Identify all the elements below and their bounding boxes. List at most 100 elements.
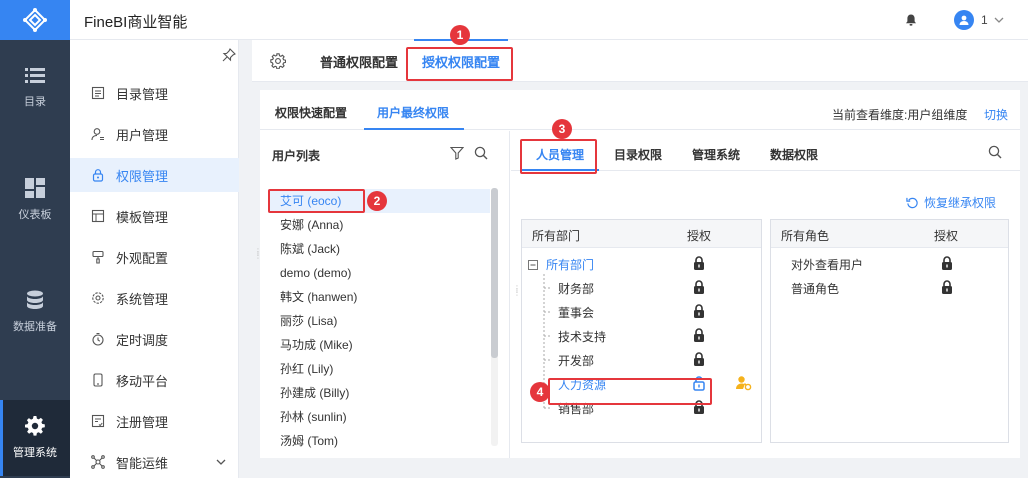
restore-inherit-button[interactable]: 恢复继承权限 bbox=[906, 194, 996, 211]
role-column-header: 所有角色 bbox=[781, 229, 830, 243]
user-name[interactable]: 1 bbox=[981, 13, 988, 27]
user-row[interactable]: 安娜 (Anna) bbox=[268, 213, 490, 237]
user-list-panel: 用户列表 艾可 (eoco) 安娜 (Anna) 陈斌 (Jack) demo … bbox=[260, 131, 510, 458]
user-row[interactable]: 汤姆 (Tom) bbox=[268, 429, 490, 453]
chevron-down-icon[interactable] bbox=[993, 14, 1005, 26]
submenu-item-label: 权限管理 bbox=[116, 168, 169, 184]
admin-submenu: 目录管理 用户管理 权限管理 模板管理 外观配置 系统管理 定时调度 移动平台 … bbox=[70, 40, 239, 478]
timer-icon bbox=[90, 331, 106, 347]
list-icon bbox=[25, 68, 45, 83]
tab-admin-system[interactable]: 管理系统 bbox=[692, 146, 740, 163]
dept-node[interactable]: 财务部 bbox=[558, 279, 594, 299]
lock-icon bbox=[90, 167, 106, 183]
role-item[interactable]: 普通角色 bbox=[791, 279, 839, 299]
lock-icon[interactable] bbox=[693, 280, 705, 295]
rail-item-label: 管理系统 bbox=[13, 447, 57, 459]
rail-item-admin[interactable]: 管理系统 bbox=[0, 400, 70, 476]
tab-data-permission[interactable]: 数据权限 bbox=[770, 146, 818, 163]
catalog-icon bbox=[90, 85, 106, 101]
rail-item-label: 目录 bbox=[24, 96, 46, 108]
user-row[interactable]: 韩文 (hanwen) bbox=[268, 285, 490, 309]
submenu-item-templates[interactable]: 模板管理 bbox=[70, 199, 239, 233]
lock-icon[interactable] bbox=[941, 256, 953, 271]
lock-icon[interactable] bbox=[693, 352, 705, 367]
user-row[interactable]: demo (demo) bbox=[268, 261, 490, 285]
user-row[interactable]: 丽莎 (Lisa) bbox=[268, 309, 490, 333]
dept-node[interactable]: 董事会 bbox=[558, 303, 594, 323]
chevron-down-icon[interactable] bbox=[215, 456, 227, 468]
submenu-item-registration[interactable]: 注册管理 bbox=[70, 404, 239, 438]
pin-icon[interactable] bbox=[222, 48, 236, 62]
submenu-item-ops[interactable]: 智能运维 bbox=[70, 445, 239, 478]
submenu-item-system[interactable]: 系统管理 bbox=[70, 281, 239, 315]
user-manage-icon bbox=[90, 126, 106, 142]
submenu-item-label: 模板管理 bbox=[116, 209, 169, 225]
callout-box-3 bbox=[520, 139, 597, 174]
dept-node[interactable]: 开发部 bbox=[558, 351, 594, 371]
dept-node-root[interactable]: 所有部门 bbox=[546, 255, 594, 275]
submenu-item-label: 移动平台 bbox=[116, 373, 169, 389]
grant-column-header: 授权 bbox=[687, 229, 712, 243]
register-icon bbox=[90, 413, 106, 429]
user-row[interactable]: 陈斌 (Jack) bbox=[268, 237, 490, 261]
submenu-item-label: 外观配置 bbox=[116, 250, 169, 266]
database-icon bbox=[27, 290, 43, 309]
dept-node[interactable]: 技术支持 bbox=[558, 327, 606, 347]
role-box-header: 所有角色 授权 bbox=[771, 220, 1008, 248]
user-icon bbox=[959, 15, 969, 25]
lock-icon[interactable] bbox=[693, 256, 705, 271]
permission-config-tabs: 普通权限配置 授权权限配置 bbox=[252, 40, 1028, 82]
scrollbar-thumb[interactable] bbox=[491, 188, 498, 358]
top-bar: FineBI商业智能 1 bbox=[0, 0, 1028, 40]
search-icon[interactable] bbox=[474, 146, 488, 160]
submenu-item-label: 系统管理 bbox=[116, 291, 169, 307]
submenu-item-users[interactable]: 用户管理 bbox=[70, 117, 239, 151]
tab-final-permission[interactable]: 用户最终权限 bbox=[377, 104, 449, 121]
switch-dimension-link[interactable]: 切换 bbox=[984, 106, 1008, 123]
dimension-label: 当前查看维度:用户组维度 bbox=[832, 108, 968, 122]
submenu-item-schedule[interactable]: 定时调度 bbox=[70, 322, 239, 356]
tab-catalog-permission[interactable]: 目录权限 bbox=[614, 146, 662, 163]
logo[interactable] bbox=[0, 0, 70, 40]
submenu-item-appearance[interactable]: 外观配置 bbox=[70, 240, 239, 274]
grant-column-header: 授权 bbox=[934, 229, 959, 243]
lock-icon[interactable] bbox=[693, 328, 705, 343]
rail-item-data-prep[interactable]: 数据准备 bbox=[0, 274, 70, 350]
lock-icon[interactable] bbox=[693, 304, 705, 319]
drag-handle[interactable]: ⋮ ⋮ bbox=[513, 285, 521, 297]
submenu-item-label: 定时调度 bbox=[116, 332, 169, 348]
role-permission-box: 所有角色 授权 对外查看用户 普通角色 bbox=[770, 219, 1009, 443]
callout-box-2 bbox=[268, 189, 365, 213]
search-icon[interactable] bbox=[988, 145, 1002, 159]
rail-item-catalog[interactable]: 目录 bbox=[0, 50, 70, 126]
submenu-item-mobile[interactable]: 移动平台 bbox=[70, 363, 239, 397]
callout-badge-1: 1 bbox=[450, 25, 470, 45]
lock-icon[interactable] bbox=[941, 280, 953, 295]
role-item[interactable]: 对外查看用户 bbox=[791, 255, 863, 275]
drag-handle[interactable]: ⋮ ⋮ bbox=[254, 248, 262, 260]
submenu-item-label: 智能运维 bbox=[116, 455, 169, 471]
submenu-item-catalog[interactable]: 目录管理 bbox=[70, 76, 239, 110]
user-row[interactable]: 马功成 (Mike) bbox=[268, 333, 490, 357]
callout-box-4 bbox=[548, 378, 712, 405]
tab-quick-config[interactable]: 权限快速配置 bbox=[275, 104, 347, 121]
mobile-icon bbox=[90, 372, 106, 388]
submenu-item-permissions[interactable]: 权限管理 bbox=[70, 158, 239, 192]
settings-icon bbox=[90, 290, 106, 306]
user-key-icon[interactable] bbox=[736, 375, 752, 391]
logo-icon bbox=[23, 8, 47, 32]
user-row[interactable]: 孙林 (sunlin) bbox=[268, 405, 490, 429]
restore-inherit-label: 恢复继承权限 bbox=[924, 196, 997, 210]
tab-general-permission[interactable]: 普通权限配置 bbox=[320, 52, 398, 71]
app-title: FineBI商业智能 bbox=[84, 14, 188, 31]
user-avatar[interactable] bbox=[954, 10, 974, 30]
user-row[interactable]: 孙红 (Lily) bbox=[268, 357, 490, 381]
template-icon bbox=[90, 208, 106, 224]
bell-icon[interactable] bbox=[904, 13, 918, 27]
user-row[interactable]: 孙建成 (Billy) bbox=[268, 381, 490, 405]
submenu-item-label: 目录管理 bbox=[116, 86, 169, 102]
filter-icon[interactable] bbox=[450, 146, 464, 160]
rail-item-dashboard[interactable]: 仪表板 bbox=[0, 162, 70, 238]
gear-icon[interactable] bbox=[270, 53, 286, 69]
callout-badge-2: 2 bbox=[367, 191, 387, 211]
